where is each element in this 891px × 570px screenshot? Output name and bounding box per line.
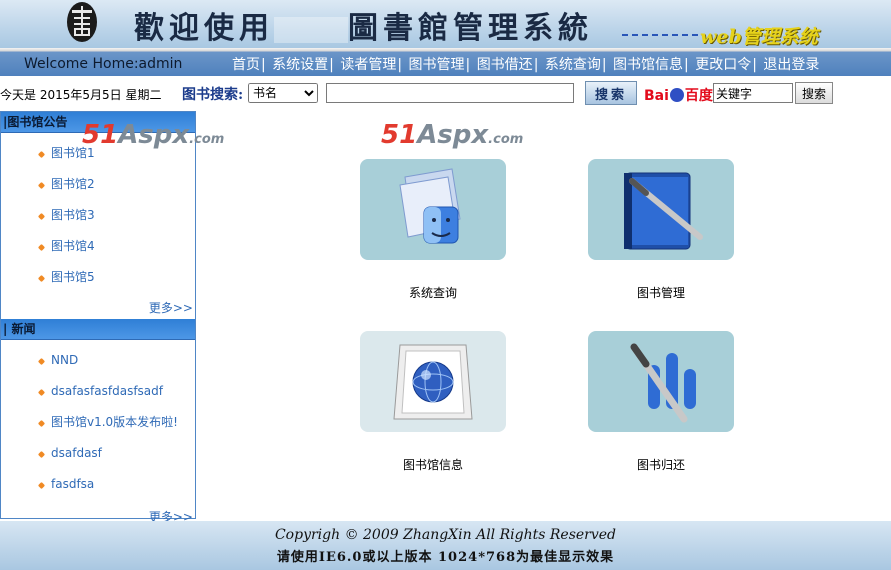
pen-icon: [630, 343, 696, 423]
list-item[interactable]: 图书馆4: [1, 231, 195, 262]
bullet-icon: [37, 243, 46, 252]
baidu-search-button[interactable]: 搜索: [795, 82, 833, 104]
nav-logout[interactable]: 退出登录: [763, 57, 819, 73]
nav-book-lending[interactable]: 图书借还: [477, 57, 533, 73]
bullet-icon: [37, 181, 46, 190]
list-item[interactable]: 图书馆2: [1, 169, 195, 200]
main-nav: 首页| 系统设置| 读者管理| 图书管理| 图书借还| 系统查询| 图书馆信息|…: [232, 57, 820, 73]
search-field-select[interactable]: 书名: [248, 83, 318, 103]
nav-bar: Welcome Home:admin 首页| 系统设置| 读者管理| 图书管理|…: [0, 48, 891, 76]
list-item[interactable]: dsafasfasfdasfsadf: [1, 376, 195, 407]
banner-divider: [622, 34, 698, 36]
nav-change-password[interactable]: 更改口令: [695, 57, 751, 73]
system-subtitle: web管理系统: [700, 26, 818, 48]
nav-book-management[interactable]: 图书管理: [409, 57, 465, 73]
bullet-icon: [37, 481, 46, 490]
watermark-logo: 51Aspx.com: [82, 120, 225, 150]
browser-tip: 请使用IE6.0或以上版本 1024*768为最佳显示效果: [276, 550, 615, 565]
sidebar: |图书馆公告 图书馆1 图书馆2 图书馆3 图书馆4 图书馆5 更多>> | 新…: [0, 111, 196, 524]
info-row: 今天是 2015年5月5日 星期二 图书搜索: 书名 搜索 Bai百度 搜索: [0, 78, 891, 110]
copyright-text: Copyrigh © 2009 ZhangXin All Rights Rese…: [274, 527, 617, 543]
notice-more-link[interactable]: 更多>>: [1, 299, 195, 319]
current-date: 今天是 2015年5月5日 星期二: [0, 88, 162, 102]
library-info-tile[interactable]: [360, 331, 506, 432]
baidu-logo: Bai 百度: [644, 88, 713, 104]
notice-list: 图书馆1 图书馆2 图书馆3 图书馆4 图书馆5: [1, 138, 195, 293]
watermark-logo: 51Aspx.com: [381, 120, 524, 150]
news-list: NND dsafasfasfdasfsadf 图书馆v1.0版本发布啦! dsa…: [1, 345, 195, 500]
footer: Copyrigh © 2009 ZhangXin All Rights Rese…: [0, 521, 891, 570]
book-search-button[interactable]: 搜索: [585, 81, 637, 105]
finder-icon: [399, 168, 461, 244]
list-item[interactable]: 图书馆v1.0版本发布啦!: [1, 407, 195, 438]
library-info-label[interactable]: 图书馆信息: [360, 456, 506, 473]
nav-home[interactable]: 首页: [232, 57, 260, 73]
bullet-icon: [37, 388, 46, 397]
list-item[interactable]: fasdfsa: [1, 469, 195, 500]
bullet-icon: [37, 419, 46, 428]
list-item[interactable]: dsafdasf: [1, 438, 195, 469]
news-panel-title: | 新闻: [1, 319, 195, 340]
book-search-input[interactable]: [326, 83, 574, 103]
bullet-icon: [37, 212, 46, 221]
list-item[interactable]: 图书馆3: [1, 200, 195, 231]
book-management-label[interactable]: 图书管理: [588, 284, 734, 301]
nav-reader-management[interactable]: 读者管理: [340, 57, 396, 73]
globe-icon: [393, 344, 473, 420]
system-query-label[interactable]: 系统查询: [360, 284, 506, 301]
baidu-search-input[interactable]: [713, 83, 793, 103]
book-search-label: 图书搜索:: [182, 87, 244, 103]
book-return-tile[interactable]: [588, 331, 734, 432]
bullet-icon: [37, 450, 46, 459]
system-title: 歡迎使用 圖書館管理系統: [134, 11, 593, 46]
system-query-tile[interactable]: [360, 159, 506, 260]
nav-system-settings[interactable]: 系统设置: [272, 57, 328, 73]
welcome-text: Welcome Home:admin: [24, 56, 183, 72]
bullet-icon: [37, 357, 46, 366]
bullet-icon: [37, 274, 46, 283]
book-pen-icon: [624, 172, 703, 250]
list-item[interactable]: 图书馆5: [1, 262, 195, 293]
book-return-label[interactable]: 图书归还: [588, 456, 734, 473]
nav-library-info[interactable]: 图书馆信息: [613, 57, 683, 73]
nav-system-query[interactable]: 系统查询: [545, 57, 601, 73]
list-item[interactable]: NND: [1, 345, 195, 376]
book-management-tile[interactable]: [588, 159, 734, 260]
header-banner: 歡迎使用 圖書館管理系統 web管理系统: [0, 0, 891, 48]
baidu-paw-icon: [669, 88, 684, 102]
seal-logo-icon: [62, 0, 102, 48]
bullet-icon: [37, 150, 46, 159]
